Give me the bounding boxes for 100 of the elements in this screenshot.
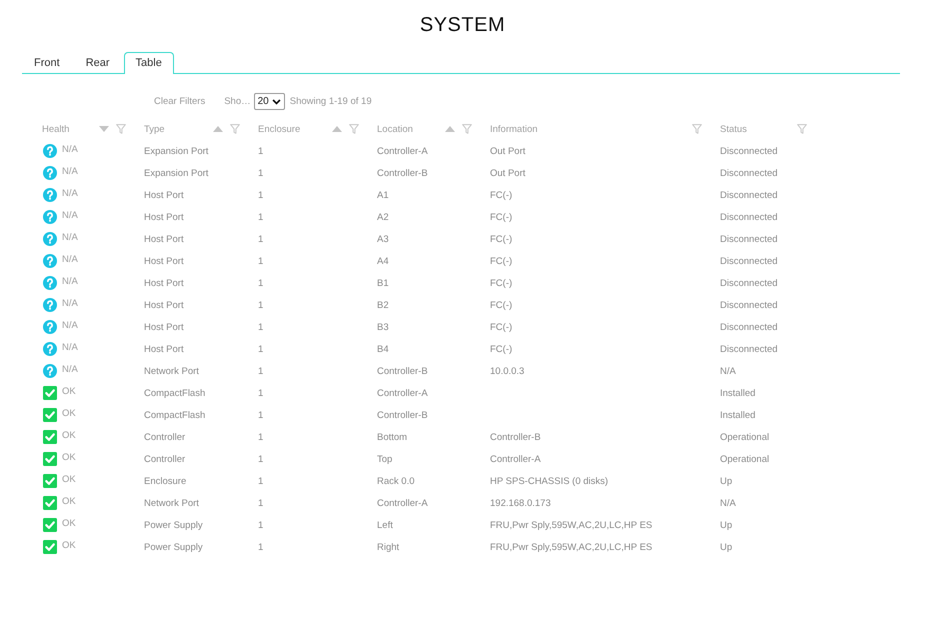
- table-cell: 1: [258, 410, 264, 420]
- table-cell: CompactFlash: [144, 410, 206, 420]
- table-cell: 1: [258, 234, 264, 244]
- table-cell: Enclosure: [144, 476, 186, 486]
- health-label: OK: [62, 430, 76, 440]
- table-cell: Disconnected: [720, 344, 778, 354]
- column-header[interactable]: Enclosure: [258, 124, 300, 134]
- table-cell: Up: [720, 476, 732, 486]
- column-header[interactable]: Information: [490, 124, 538, 134]
- help-icon: [43, 364, 57, 378]
- table-cell: 10.0.0.3: [490, 366, 524, 376]
- table-cell: Host Port: [144, 278, 184, 288]
- table-cell: 1: [258, 388, 264, 398]
- table-cell: A3: [377, 234, 389, 244]
- table-cell: 1: [258, 344, 264, 354]
- help-icon: [43, 144, 57, 158]
- table-cell: 1: [258, 212, 264, 222]
- health-label: N/A: [62, 320, 78, 330]
- sort-ascending-icon[interactable]: [332, 126, 342, 132]
- table-cell: Network Port: [144, 498, 199, 508]
- tab[interactable]: Rear: [74, 52, 122, 73]
- table-cell: 1: [258, 542, 264, 552]
- table-cell: B3: [377, 322, 389, 332]
- help-icon: [43, 232, 57, 246]
- table-cell: B4: [377, 344, 389, 354]
- health-label: N/A: [62, 144, 78, 154]
- column-header[interactable]: Status: [720, 124, 747, 134]
- table-cell: 1: [258, 432, 264, 442]
- table-cell: Operational: [720, 432, 770, 442]
- table-cell: 1: [258, 256, 264, 266]
- filter-icon[interactable]: [797, 124, 807, 134]
- sort-descending-icon[interactable]: [99, 126, 109, 132]
- table-cell: 1: [258, 322, 264, 332]
- table-cell: FC(-): [490, 278, 512, 288]
- sort-ascending-icon[interactable]: [445, 126, 455, 132]
- table-cell: 1: [258, 454, 264, 464]
- table-cell: Disconnected: [720, 234, 778, 244]
- health-label: OK: [62, 540, 76, 550]
- help-icon: [43, 188, 57, 202]
- column-header[interactable]: Health: [42, 124, 70, 134]
- help-icon: [43, 298, 57, 312]
- table-cell: Disconnected: [720, 256, 778, 266]
- health-label: OK: [62, 474, 76, 484]
- column-header[interactable]: Type: [144, 124, 165, 134]
- table-cell: A1: [377, 190, 389, 200]
- table-cell: 1: [258, 476, 264, 486]
- filter-icon[interactable]: [692, 124, 702, 134]
- table-cell: Power Supply: [144, 520, 203, 530]
- table-cell: A4: [377, 256, 389, 266]
- table-cell: 1: [258, 168, 264, 178]
- table-cell: 1: [258, 366, 264, 376]
- table-cell: Right: [377, 542, 400, 552]
- filter-icon[interactable]: [462, 124, 472, 134]
- checkmark-icon: [43, 386, 57, 400]
- table-cell: FC(-): [490, 212, 512, 222]
- table-cell: CompactFlash: [144, 388, 206, 398]
- table-cell: A2: [377, 212, 389, 222]
- checkmark-icon: [43, 540, 57, 554]
- table-cell: 1: [258, 146, 264, 156]
- column-header[interactable]: Location: [377, 124, 413, 134]
- help-icon: [43, 166, 57, 180]
- health-label: N/A: [62, 210, 78, 220]
- table-cell: Host Port: [144, 300, 184, 310]
- sort-ascending-icon[interactable]: [213, 126, 223, 132]
- page-size-select[interactable]: 20: [254, 93, 285, 110]
- filter-icon[interactable]: [230, 124, 240, 134]
- table-cell: Disconnected: [720, 190, 778, 200]
- table-cell: Left: [377, 520, 393, 530]
- help-icon: [43, 210, 57, 224]
- health-label: N/A: [62, 276, 78, 286]
- table-cell: 1: [258, 520, 264, 530]
- table-cell: B2: [377, 300, 389, 310]
- table-cell: Controller-B: [377, 168, 428, 178]
- checkmark-icon: [43, 474, 57, 488]
- table-cell: Disconnected: [720, 146, 778, 156]
- table-cell: Expansion Port: [144, 168, 208, 178]
- filter-icon[interactable]: [349, 124, 359, 134]
- table-cell: Installed: [720, 410, 756, 420]
- table-cell: Controller-B: [377, 410, 428, 420]
- page-title: SYSTEM: [418, 13, 506, 38]
- table-cell: Host Port: [144, 212, 184, 222]
- tab[interactable]: Table: [124, 52, 174, 74]
- table-cell: Controller: [144, 454, 186, 464]
- health-label: N/A: [62, 342, 78, 352]
- health-label: OK: [62, 408, 76, 418]
- table-cell: Disconnected: [720, 212, 778, 222]
- table-cell: 1: [258, 190, 264, 200]
- table-cell: Bottom: [377, 432, 408, 442]
- table-cell: Out Port: [490, 146, 526, 156]
- table-cell: 1: [258, 498, 264, 508]
- table-cell: FC(-): [490, 256, 512, 266]
- table-cell: HP SPS-CHASSIS (0 disks): [490, 476, 608, 486]
- table-cell: FC(-): [490, 344, 512, 354]
- filter-icon[interactable]: [116, 124, 126, 134]
- health-label: OK: [62, 452, 76, 462]
- table-cell: 1: [258, 300, 264, 310]
- tab[interactable]: Front: [22, 52, 72, 73]
- help-icon: [43, 320, 57, 334]
- table-cell: 1: [258, 278, 264, 288]
- page-size-label: Sho…: [224, 96, 251, 107]
